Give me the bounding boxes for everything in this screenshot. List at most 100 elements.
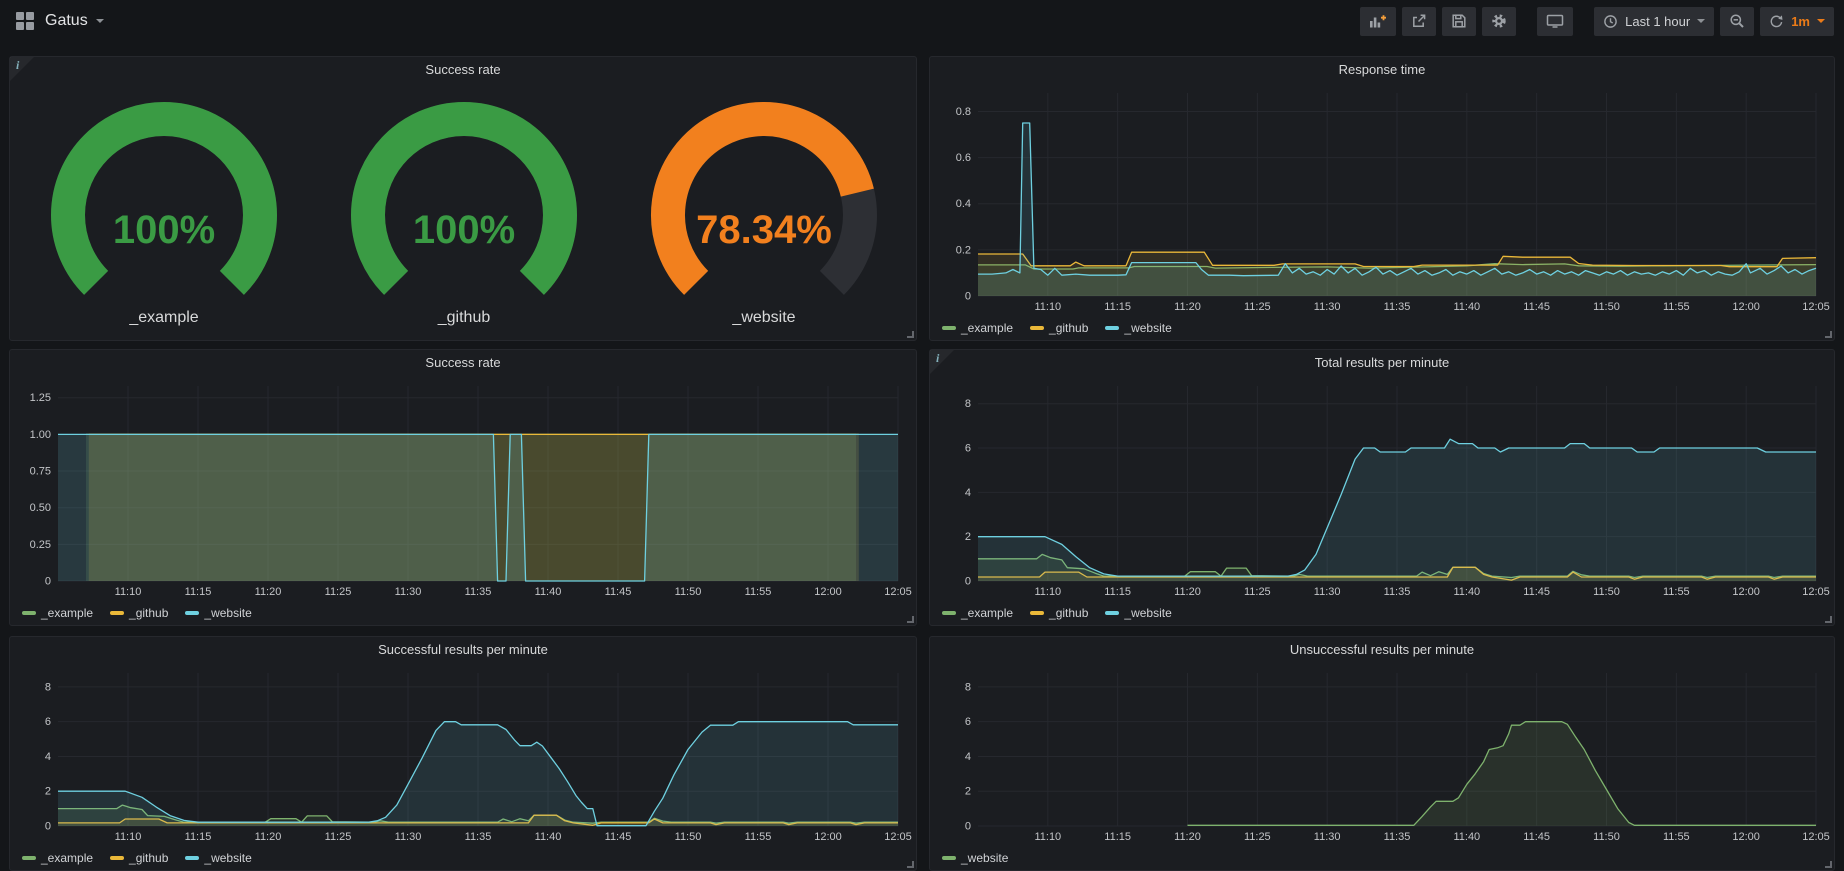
panel-title[interactable]: Successful results per minute bbox=[10, 637, 916, 663]
svg-text:2: 2 bbox=[965, 786, 971, 798]
successful-results-chart[interactable]: 0246811:1011:1511:2011:2511:3011:3511:40… bbox=[14, 663, 912, 846]
legend-label: _github bbox=[129, 851, 168, 865]
svg-text:0: 0 bbox=[45, 576, 51, 588]
refresh-button[interactable]: 1m bbox=[1760, 7, 1834, 36]
svg-text:4: 4 bbox=[965, 751, 971, 763]
svg-text:12:05: 12:05 bbox=[1802, 586, 1830, 598]
cycle-view-button[interactable] bbox=[1537, 7, 1573, 36]
svg-text:100%: 100% bbox=[113, 208, 215, 252]
gauge-website: 78.34% _website bbox=[614, 83, 914, 336]
unsuccessful-results-chart[interactable]: 0246811:1011:1511:2011:2511:3011:3511:40… bbox=[934, 663, 1830, 846]
save-button[interactable] bbox=[1442, 7, 1476, 36]
legend-label: _website bbox=[1124, 606, 1171, 620]
settings-button[interactable] bbox=[1482, 7, 1516, 36]
panel-title[interactable]: Unsuccessful results per minute bbox=[930, 637, 1834, 663]
chevron-down-icon bbox=[1697, 19, 1705, 23]
info-icon[interactable]: i bbox=[16, 58, 19, 73]
legend-item-website[interactable]: _website bbox=[185, 606, 251, 620]
dashboard-canvas: i Success rate 100% _example 100% _githu… bbox=[0, 42, 1844, 871]
svg-text:11:20: 11:20 bbox=[1174, 831, 1201, 843]
legend-item-github[interactable]: _github bbox=[110, 851, 168, 865]
svg-text:11:55: 11:55 bbox=[1663, 831, 1690, 843]
time-range-label: Last 1 hour bbox=[1625, 14, 1690, 29]
svg-text:11:45: 11:45 bbox=[1523, 301, 1550, 313]
legend-swatch bbox=[1105, 611, 1119, 615]
zoom-out-button[interactable] bbox=[1720, 7, 1754, 36]
legend-swatch bbox=[185, 856, 199, 860]
svg-text:11:55: 11:55 bbox=[745, 831, 772, 843]
svg-text:12:00: 12:00 bbox=[1732, 586, 1760, 598]
legend-item-github[interactable]: _github bbox=[1030, 606, 1088, 620]
legend-swatch bbox=[110, 856, 124, 860]
legend-label: _github bbox=[1049, 606, 1088, 620]
legend-label: _website bbox=[961, 851, 1008, 865]
success-rate-chart[interactable]: 00.250.500.751.001.2511:1011:1511:2011:2… bbox=[14, 376, 912, 601]
svg-text:11:25: 11:25 bbox=[1244, 586, 1271, 598]
panel-resize-handle[interactable] bbox=[907, 616, 914, 623]
dashboards-grid-icon[interactable] bbox=[16, 12, 34, 30]
legend-item-example[interactable]: _example bbox=[942, 606, 1013, 620]
legend-item-github[interactable]: _github bbox=[110, 606, 168, 620]
panel-unsuccessful-results: Unsuccessful results per minute 0246811:… bbox=[929, 636, 1835, 871]
legend-item-website[interactable]: _website bbox=[1105, 606, 1171, 620]
panel-resize-handle[interactable] bbox=[1825, 616, 1832, 623]
legend-swatch bbox=[942, 611, 956, 615]
total-results-chart[interactable]: 0246811:1011:1511:2011:2511:3011:3511:40… bbox=[934, 376, 1830, 601]
panel-info-corner[interactable] bbox=[930, 350, 954, 374]
panel-resize-handle[interactable] bbox=[907, 861, 914, 868]
svg-text:12:05: 12:05 bbox=[884, 586, 912, 598]
svg-text:0.75: 0.75 bbox=[30, 466, 51, 478]
panel-title[interactable]: Total results per minute bbox=[930, 350, 1834, 376]
legend-item-example[interactable]: _example bbox=[942, 321, 1013, 335]
svg-text:0.4: 0.4 bbox=[956, 198, 971, 210]
svg-text:11:15: 11:15 bbox=[185, 586, 212, 598]
share-button[interactable] bbox=[1402, 7, 1436, 36]
svg-text:11:30: 11:30 bbox=[1314, 301, 1341, 313]
legend-swatch bbox=[1105, 326, 1119, 330]
panel-resize-handle[interactable] bbox=[1825, 861, 1832, 868]
svg-text:12:05: 12:05 bbox=[1802, 831, 1830, 843]
svg-text:11:40: 11:40 bbox=[1453, 586, 1480, 598]
svg-text:8: 8 bbox=[965, 398, 971, 410]
svg-text:2: 2 bbox=[965, 531, 971, 543]
svg-text:11:30: 11:30 bbox=[395, 586, 422, 598]
svg-text:2: 2 bbox=[45, 786, 51, 798]
svg-text:0.6: 0.6 bbox=[956, 152, 971, 164]
legend-label: _github bbox=[1049, 321, 1088, 335]
svg-text:11:10: 11:10 bbox=[1034, 586, 1061, 598]
panel-resize-handle[interactable] bbox=[1825, 331, 1832, 338]
svg-text:11:35: 11:35 bbox=[465, 586, 492, 598]
legend-item-github[interactable]: _github bbox=[1030, 321, 1088, 335]
svg-text:11:15: 11:15 bbox=[1104, 831, 1131, 843]
panel-info-corner[interactable] bbox=[10, 57, 34, 81]
response-time-chart[interactable]: 00.20.40.60.811:1011:1511:2011:2511:3011… bbox=[934, 83, 1830, 316]
legend-label: _example bbox=[961, 606, 1013, 620]
svg-text:11:25: 11:25 bbox=[1244, 301, 1271, 313]
svg-text:11:10: 11:10 bbox=[1034, 301, 1061, 313]
info-icon[interactable]: i bbox=[936, 351, 939, 366]
svg-text:0.25: 0.25 bbox=[30, 539, 51, 551]
chart-legend: _example _github _website bbox=[942, 604, 1172, 622]
svg-text:11:40: 11:40 bbox=[535, 586, 562, 598]
legend-item-website[interactable]: _website bbox=[1105, 321, 1171, 335]
panel-title[interactable]: Response time bbox=[930, 57, 1834, 83]
panel-title[interactable]: Success rate bbox=[10, 57, 916, 83]
svg-text:6: 6 bbox=[45, 716, 51, 728]
legend-item-website[interactable]: _website bbox=[185, 851, 251, 865]
panel-resize-handle[interactable] bbox=[907, 331, 914, 338]
svg-text:11:50: 11:50 bbox=[675, 831, 702, 843]
legend-item-website[interactable]: _website bbox=[942, 851, 1008, 865]
panel-title[interactable]: Success rate bbox=[10, 350, 916, 376]
legend-swatch bbox=[22, 611, 36, 615]
svg-text:11:55: 11:55 bbox=[1663, 586, 1690, 598]
svg-text:11:20: 11:20 bbox=[255, 586, 282, 598]
svg-text:11:30: 11:30 bbox=[395, 831, 422, 843]
legend-swatch bbox=[1030, 611, 1044, 615]
add-panel-button[interactable] bbox=[1360, 7, 1396, 36]
panel-successful-results: Successful results per minute 0246811:10… bbox=[9, 636, 917, 871]
dashboard-title[interactable]: Gatus bbox=[45, 12, 104, 30]
time-range-picker[interactable]: Last 1 hour bbox=[1594, 7, 1714, 36]
legend-item-example[interactable]: _example bbox=[22, 851, 93, 865]
legend-item-example[interactable]: _example bbox=[22, 606, 93, 620]
svg-text:0: 0 bbox=[45, 821, 51, 833]
